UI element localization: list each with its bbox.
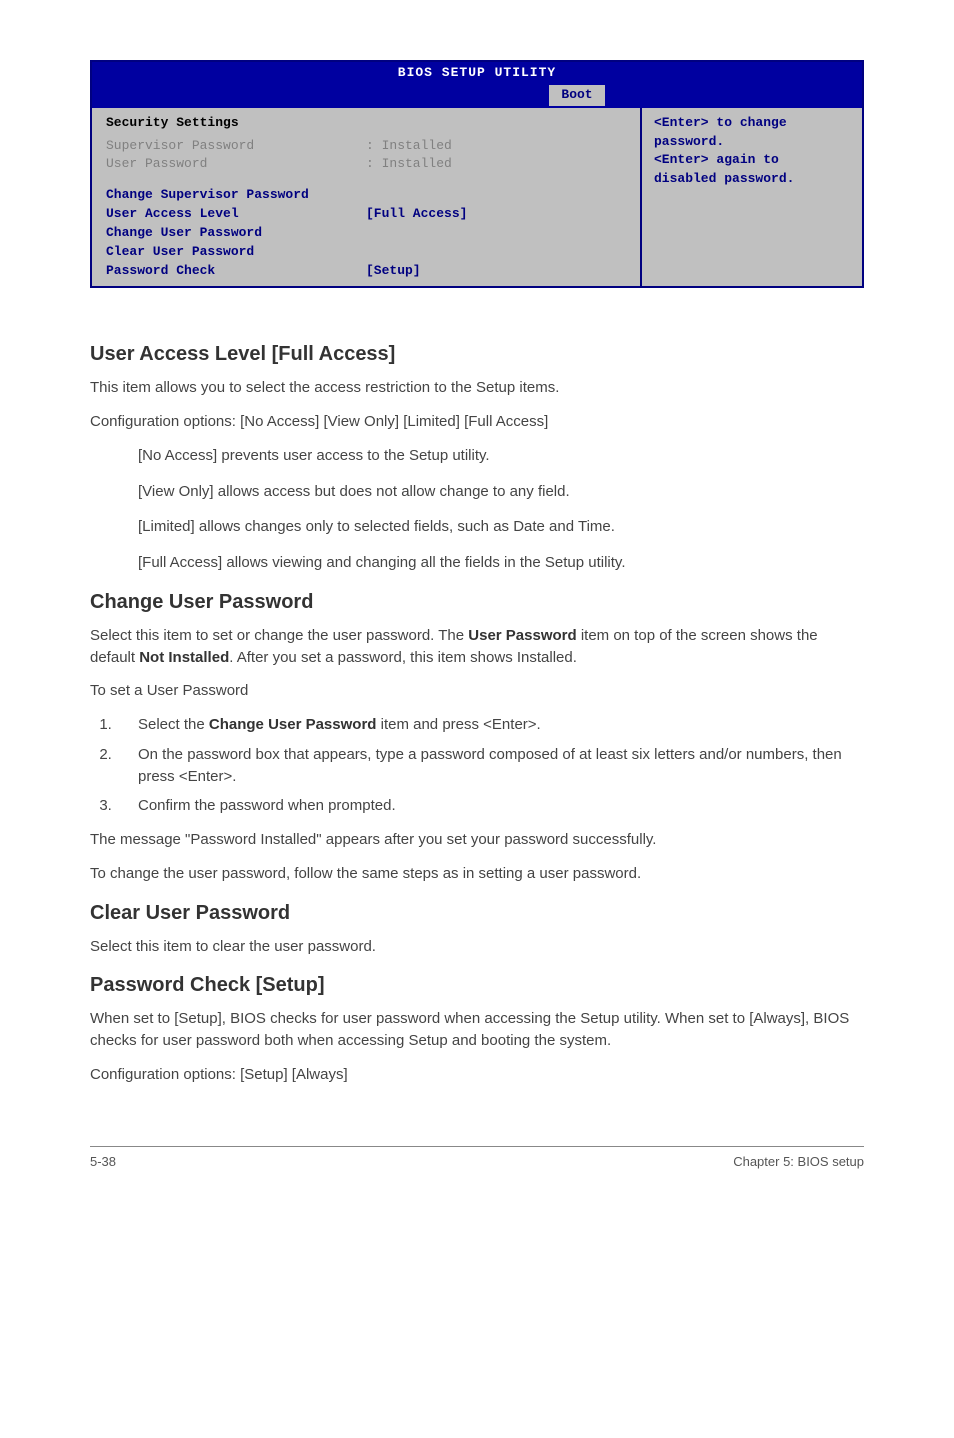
list-item: On the password box that appears, type a…: [116, 744, 864, 788]
change-user-password-item: Change User Password: [106, 224, 626, 243]
paragraph: When set to [Setup], BIOS checks for use…: [90, 1008, 864, 1052]
paragraph: Select this item to clear the user passw…: [90, 936, 864, 958]
page-number: 5-38: [90, 1153, 116, 1172]
bios-body: Security Settings Supervisor Password : …: [92, 108, 862, 287]
paragraph: Configuration options: [Setup] [Always]: [90, 1064, 864, 1086]
supervisor-password-value: : Installed: [366, 137, 452, 156]
paragraph: Configuration options: [No Access] [View…: [90, 411, 864, 433]
change-supervisor-password-item: Change Supervisor Password: [106, 186, 626, 205]
bios-left-panel: Security Settings Supervisor Password : …: [92, 108, 642, 287]
option-list: [No Access] prevents user access to the …: [90, 445, 864, 574]
paragraph: Select this item to set or change the us…: [90, 625, 864, 669]
list-item: Confirm the password when prompted.: [116, 795, 864, 817]
help-text-line: disabled password.: [654, 170, 850, 189]
ordered-steps-list: Select the Change User Password item and…: [90, 714, 864, 817]
chapter-label: Chapter 5: BIOS setup: [733, 1153, 864, 1172]
bios-tab-boot: Boot: [549, 85, 604, 106]
paragraph: This item allows you to select the acces…: [90, 377, 864, 399]
bios-title-bar: BIOS SETUP UTILITY: [92, 62, 862, 85]
user-access-level-value: [Full Access]: [366, 205, 467, 224]
section-heading-change-user-password: Change User Password: [90, 588, 864, 617]
help-text-line: <Enter> to change: [654, 114, 850, 133]
bios-section-heading: Security Settings: [106, 114, 626, 133]
user-password-value: : Installed: [366, 155, 452, 174]
help-text-line: password.: [654, 133, 850, 152]
list-item: Select the Change User Password item and…: [116, 714, 864, 736]
password-check-value: [Setup]: [366, 262, 421, 281]
clear-user-password-item: Clear User Password: [106, 243, 626, 262]
option-item: [Limited] allows changes only to selecte…: [138, 516, 864, 538]
bios-bottom-curve: [90, 310, 864, 326]
option-item: [No Access] prevents user access to the …: [138, 445, 864, 467]
section-heading-clear-user-password: Clear User Password: [90, 899, 864, 928]
paragraph: The message "Password Installed" appears…: [90, 829, 864, 851]
bios-tab-row: Boot: [92, 85, 862, 108]
password-check-label: Password Check: [106, 262, 366, 281]
bios-setup-utility-panel: BIOS SETUP UTILITY Boot Security Setting…: [90, 60, 864, 288]
user-password-label: User Password: [106, 155, 366, 174]
bios-help-panel: <Enter> to change password. <Enter> agai…: [642, 108, 862, 287]
help-text-line: <Enter> again to: [654, 151, 850, 170]
option-item: [View Only] allows access but does not a…: [138, 481, 864, 503]
page-footer: 5-38 Chapter 5: BIOS setup: [90, 1146, 864, 1172]
option-item: [Full Access] allows viewing and changin…: [138, 552, 864, 574]
paragraph: To set a User Password: [90, 680, 864, 702]
paragraph: To change the user password, follow the …: [90, 863, 864, 885]
supervisor-password-label: Supervisor Password: [106, 137, 366, 156]
section-heading-password-check: Password Check [Setup]: [90, 971, 864, 1000]
section-heading-user-access-level: User Access Level [Full Access]: [90, 340, 864, 369]
user-access-level-label: User Access Level: [106, 205, 366, 224]
